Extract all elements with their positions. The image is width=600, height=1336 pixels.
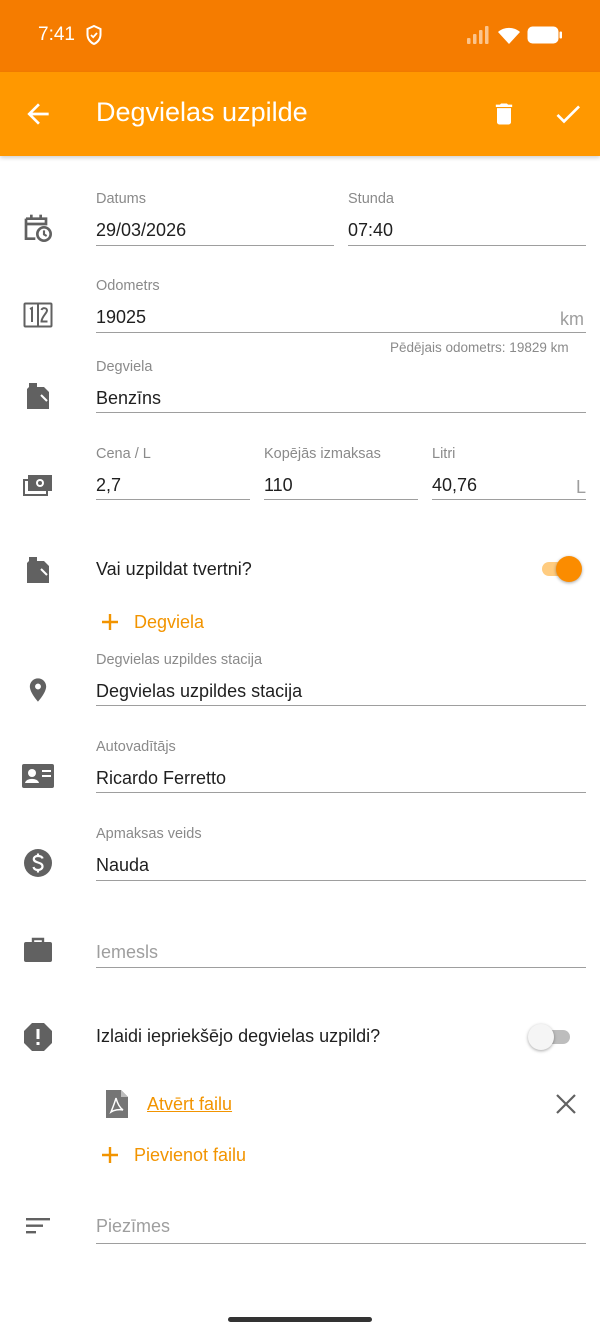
plus-icon[interactable] (98, 610, 122, 634)
date-input[interactable]: 29/03/2026 (96, 220, 186, 241)
driver-card-icon (22, 764, 54, 788)
close-icon[interactable] (555, 1093, 577, 1115)
payment-label: Apmaksas veids (96, 826, 202, 842)
fuel-can-icon (27, 383, 49, 409)
briefcase-icon (24, 937, 52, 962)
alert-octagon-icon (24, 1023, 52, 1051)
full-tank-switch[interactable] (538, 555, 584, 583)
odometer-underline (96, 332, 586, 333)
switch-thumb (556, 556, 582, 582)
open-file-link[interactable]: Atvērt failu (147, 1094, 232, 1115)
last-odometer-hint: Pēdējais odometrs: 19829 km (390, 340, 569, 355)
fuel-underline (96, 412, 586, 413)
odometer-unit: km (560, 309, 584, 329)
add-fuel-button[interactable]: Degviela (134, 612, 204, 633)
liters-input[interactable]: 40,76 (432, 475, 477, 496)
payment-underline (96, 880, 586, 881)
status-bar: 7:41 (0, 0, 600, 72)
total-label: Kopējās izmaksas (264, 446, 381, 462)
back-arrow-icon[interactable] (22, 98, 54, 130)
switch-thumb (528, 1024, 554, 1050)
odometer-label: Odometrs (96, 278, 160, 294)
page-title: Degvielas uzpilde (96, 97, 308, 127)
liters-unit: L (576, 477, 587, 497)
notes-input[interactable]: Piezīmes (96, 1216, 170, 1237)
dollar-circle-icon (24, 849, 52, 877)
driver-underline (96, 792, 586, 793)
pdf-file-icon (106, 1090, 128, 1118)
missed-previous-switch[interactable] (528, 1023, 574, 1051)
full-tank-label: Vai uzpildat tvertni? (96, 559, 252, 579)
hour-underline (348, 245, 586, 246)
driver-input[interactable]: Ricardo Ferretto (96, 768, 226, 789)
save-check-icon[interactable] (552, 98, 584, 130)
notes-lines-icon (26, 1218, 50, 1234)
reason-input[interactable]: Iemesls (96, 942, 158, 963)
price-label: Cena / L (96, 446, 151, 462)
station-underline (96, 705, 586, 706)
fuel-select[interactable]: Benzīns (96, 388, 161, 409)
app-bar: Degvielas uzpilde (0, 72, 600, 156)
odometer-icon (23, 302, 53, 328)
liters-underline (432, 499, 586, 500)
hour-label: Stunda (348, 191, 394, 207)
shield-icon (86, 25, 102, 45)
date-underline (96, 245, 334, 246)
location-pin-icon (29, 678, 47, 702)
money-icon (23, 475, 52, 496)
reason-underline (96, 967, 586, 968)
liters-label: Litri (432, 446, 456, 462)
fuel-can-icon (27, 557, 49, 583)
date-label: Datums (96, 191, 146, 207)
hour-input[interactable]: 07:40 (348, 220, 393, 241)
price-input[interactable]: 2,7 (96, 475, 121, 496)
plus-icon[interactable] (98, 1143, 122, 1167)
driver-label: Autovadītājs (96, 739, 176, 755)
add-file-button[interactable]: Pievienot failu (134, 1145, 246, 1166)
delete-icon[interactable] (490, 98, 518, 130)
price-underline (96, 499, 250, 500)
station-label: Degvielas uzpildes stacija (96, 652, 263, 668)
missed-previous-label: Izlaidi iepriekšējo degvielas uzpildi? (96, 1026, 381, 1046)
total-input[interactable]: 110 (264, 475, 293, 496)
gesture-nav-bar[interactable] (228, 1317, 372, 1322)
notes-underline (96, 1243, 586, 1244)
status-time: 7:41 (38, 24, 75, 45)
station-input[interactable]: Degvielas uzpildes stacija (96, 681, 302, 702)
fuel-label: Degviela (96, 359, 153, 375)
total-underline (264, 499, 418, 500)
battery-icon (527, 26, 562, 44)
wifi-icon (498, 27, 520, 44)
payment-select[interactable]: Nauda (96, 855, 149, 876)
signal-icon (467, 26, 489, 44)
calendar-clock-icon (24, 214, 52, 242)
odometer-input[interactable]: 19025 (96, 307, 146, 328)
